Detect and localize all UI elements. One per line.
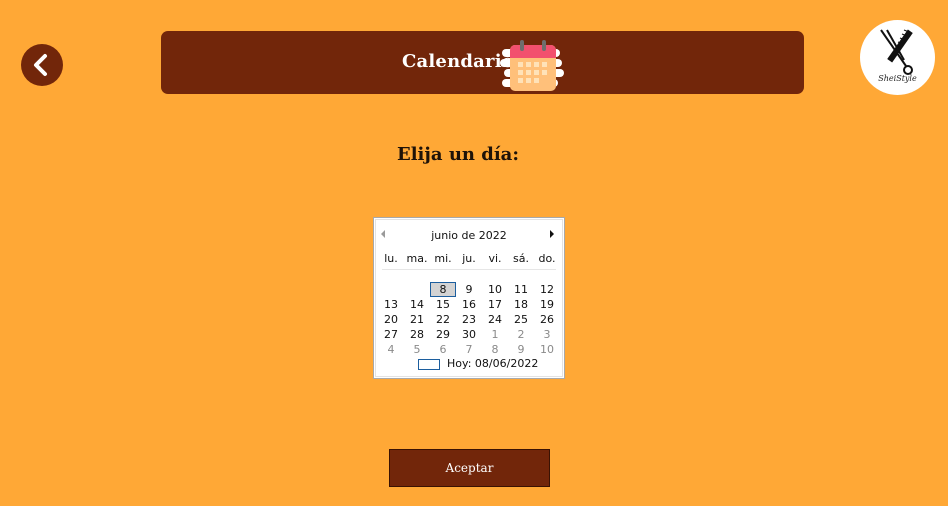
calendar-day[interactable]: 23 — [456, 312, 482, 327]
calendar-month-label[interactable]: junio de 2022 — [374, 229, 564, 242]
today-link[interactable]: Hoy: 08/06/2022 — [447, 357, 538, 370]
weekday-label: mi. — [434, 252, 452, 265]
logo-text: SheiStyle — [878, 74, 917, 83]
calendar-day[interactable]: 3 — [534, 327, 560, 342]
calendar-day[interactable]: 14 — [404, 297, 430, 312]
weekday-label: do. — [538, 252, 556, 265]
calendar-day[interactable]: 5 — [404, 342, 430, 357]
weekday-label: ma. — [406, 252, 428, 265]
calendar-day[interactable]: 6 — [430, 342, 456, 357]
calendar-day[interactable]: 21 — [404, 312, 430, 327]
calendar-day[interactable]: 4 — [378, 342, 404, 357]
weekday-label: vi. — [488, 252, 502, 265]
calendar-day[interactable]: 9 — [456, 282, 482, 297]
calendar-day[interactable]: 7 — [456, 342, 482, 357]
calendar-day[interactable]: 30 — [456, 327, 482, 342]
weekday-label: ju. — [462, 252, 476, 265]
calendar-day[interactable]: 13 — [378, 297, 404, 312]
calendar-day[interactable]: 26 — [534, 312, 560, 327]
weekday-label: sá. — [513, 252, 529, 265]
calendar-day[interactable]: 16 — [456, 297, 482, 312]
calendar-day[interactable]: 25 — [508, 312, 534, 327]
calendar-day[interactable]: 18 — [508, 297, 534, 312]
calendar-day[interactable]: 27 — [378, 327, 404, 342]
next-month-icon[interactable] — [550, 230, 554, 238]
calendar-day[interactable]: 22 — [430, 312, 456, 327]
calendar-day[interactable]: 10 — [482, 282, 508, 297]
calendar-day[interactable]: 28 — [404, 327, 430, 342]
calendar-day[interactable]: 15 — [430, 297, 456, 312]
calendar-day[interactable]: 8 — [482, 342, 508, 357]
calendar-day-selected[interactable]: 8 — [430, 282, 456, 297]
weekday-label: lu. — [384, 252, 398, 265]
chevron-left-icon — [34, 54, 47, 76]
calendar-divider — [382, 269, 556, 270]
scissors-comb-icon — [880, 29, 913, 75]
brand-logo: SheiStyle — [860, 20, 935, 95]
today-marker[interactable] — [418, 359, 440, 370]
back-button[interactable] — [21, 44, 63, 86]
calendar-day[interactable]: 24 — [482, 312, 508, 327]
page-title: Calendario — [402, 51, 514, 72]
calendar-day[interactable]: 10 — [534, 342, 560, 357]
calendar-day[interactable]: 11 — [508, 282, 534, 297]
calendar-day[interactable]: 29 — [430, 327, 456, 342]
calendar-day[interactable]: 20 — [378, 312, 404, 327]
month-calendar[interactable]: junio de 2022 lu. ma. mi. ju. vi. sá. do. 8 9 10… — [373, 217, 565, 379]
calendar-icon — [500, 40, 564, 91]
calendar-day[interactable]: 17 — [482, 297, 508, 312]
calendar-day[interactable]: 19 — [534, 297, 560, 312]
accept-button[interactable]: Aceptar — [389, 449, 550, 487]
weekday-header: lu. ma. mi. ju. vi. sá. do. — [378, 252, 560, 266]
calendar-day[interactable]: 12 — [534, 282, 560, 297]
calendar-day[interactable]: 1 — [482, 327, 508, 342]
calendar-day[interactable]: 2 — [508, 327, 534, 342]
prompt-heading: Elija un día: — [396, 144, 519, 165]
header-bar: Calendario — [161, 31, 804, 94]
calendar-day[interactable]: 9 — [508, 342, 534, 357]
